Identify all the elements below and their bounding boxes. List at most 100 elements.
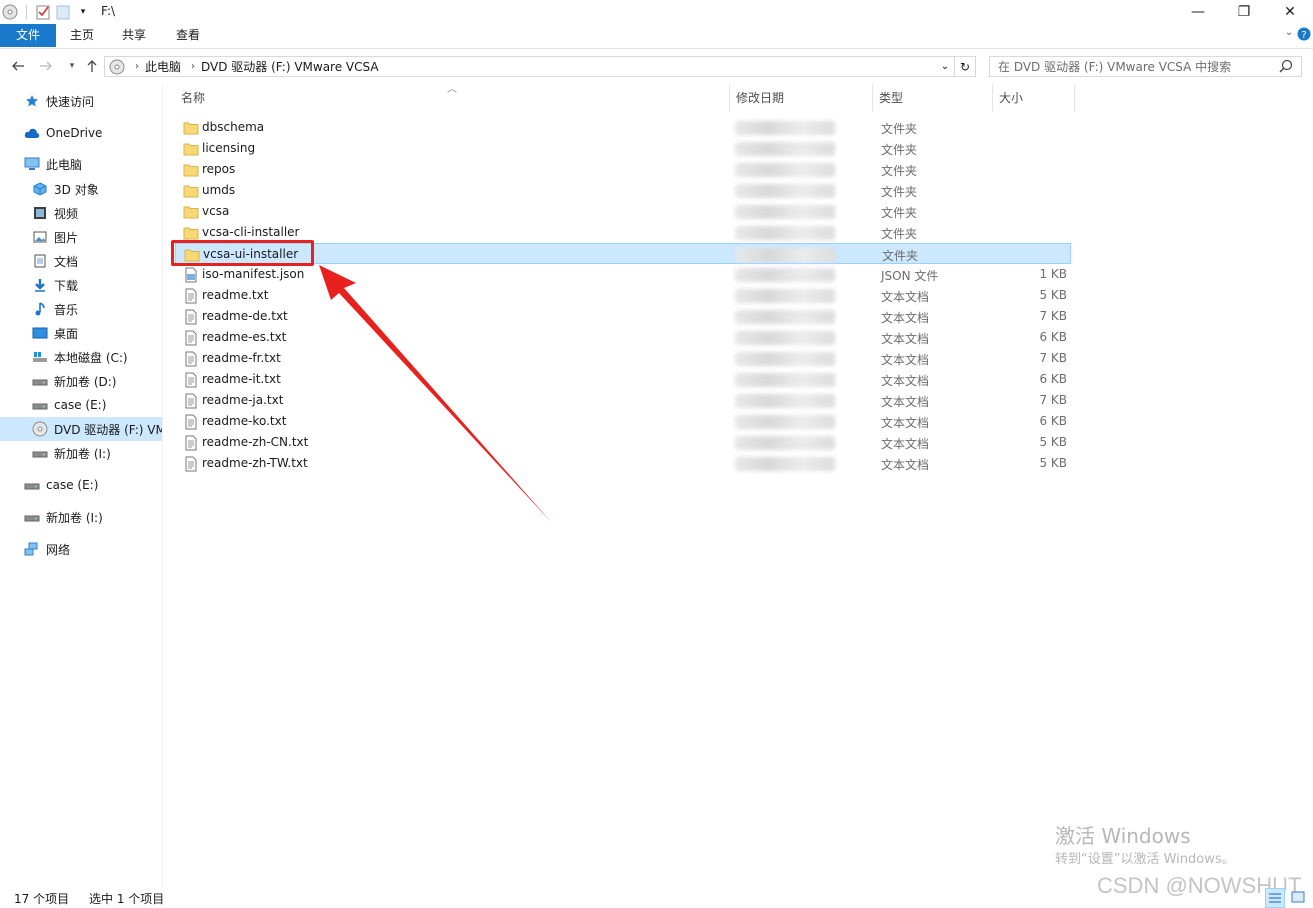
minimize-button[interactable]: —: [1175, 0, 1221, 24]
file-row[interactable]: readme-ja.txt 文本文档 7 KB: [175, 390, 1071, 411]
address-bar[interactable]: › 此电脑 › DVD 驱动器 (F:) VMware VCSA ⌄ ↻: [104, 56, 976, 77]
file-row[interactable]: iso-manifest.json JSON 文件 1 KB: [175, 264, 1071, 285]
address-dropdown-icon[interactable]: ⌄: [937, 57, 953, 76]
item-count: 17 个项目: [14, 892, 70, 906]
activate-windows-hint: 转到“设置”以激活 Windows。: [1055, 852, 1235, 867]
sidebar-item[interactable]: 此电脑: [0, 152, 162, 176]
blurred-date: [735, 310, 835, 324]
file-row[interactable]: repos 文件夹: [175, 159, 1071, 180]
file-row[interactable]: vcsa 文件夹: [175, 201, 1071, 222]
chevron-right-icon[interactable]: ›: [135, 61, 139, 72]
file-row[interactable]: readme-ko.txt 文本文档 6 KB: [175, 411, 1071, 432]
large-icons-view-icon[interactable]: [1289, 888, 1307, 906]
file-name: umds: [202, 183, 236, 197]
sidebar-item[interactable]: DVD 驱动器 (F:) VMware VCSA: [0, 417, 162, 441]
sidebar-item-label: 文档: [54, 254, 79, 269]
sidebar-item[interactable]: 3D 对象: [0, 177, 162, 201]
sidebar-item[interactable]: 音乐: [0, 297, 162, 321]
file-type: 文件夹: [881, 143, 918, 157]
navigation-pane: 快速访问 OneDrive 此电脑 3D 对象 视频 图片文档下载音乐桌面本地磁盘 (C:…: [0, 84, 163, 886]
breadcrumb-this-pc[interactable]: 此电脑: [145, 58, 181, 75]
tab-file[interactable]: 文件: [0, 24, 56, 47]
tab-home[interactable]: 主页: [58, 24, 106, 47]
sidebar-item-label: 音乐: [54, 302, 79, 317]
file-row[interactable]: licensing 文件夹: [175, 138, 1071, 159]
file-row[interactable]: readme-fr.txt 文本文档 7 KB: [175, 348, 1071, 369]
column-header-date[interactable]: 修改日期: [730, 84, 873, 112]
file-type: 文本文档: [881, 374, 930, 388]
text-file-icon: [183, 309, 199, 325]
sidebar-item[interactable]: 视频: [0, 201, 162, 225]
sidebar-item[interactable]: 新加卷 (I:): [0, 505, 162, 529]
ribbon-tabs: 文件 主页 共享 查看 ⌄ ?: [0, 24, 1313, 49]
drive-icon: [24, 509, 40, 525]
drive-icon: [32, 397, 48, 413]
file-row[interactable]: readme-it.txt 文本文档 6 KB: [175, 369, 1071, 390]
activate-windows-title: 激活 Windows: [1055, 824, 1191, 848]
sidebar-item[interactable]: 快速访问: [0, 89, 162, 113]
file-row[interactable]: dbschema 文件夹: [175, 117, 1071, 138]
up-arrow-icon[interactable]: [82, 56, 102, 76]
column-header-name[interactable]: 名称: [175, 84, 730, 112]
details-view-icon[interactable]: [1265, 888, 1285, 908]
file-row[interactable]: readme-de.txt 文本文档 7 KB: [175, 306, 1071, 327]
forward-arrow-icon[interactable]: [36, 56, 56, 76]
sidebar-item[interactable]: 新加卷 (D:): [0, 369, 162, 393]
maximize-button[interactable]: ❐: [1221, 0, 1267, 24]
file-type: 文件夹: [881, 122, 918, 136]
blurred-date: [735, 436, 835, 450]
sidebar-item[interactable]: case (E:): [0, 393, 162, 417]
chevron-right-icon[interactable]: ›: [191, 61, 195, 72]
blurred-date: [736, 248, 836, 262]
refresh-icon[interactable]: ↻: [954, 57, 975, 76]
close-button[interactable]: ✕: [1267, 0, 1313, 24]
sidebar-item-label: 此电脑: [46, 157, 83, 172]
highlight-annotation-box: [171, 240, 314, 266]
selection-count: 选中 1 个项目: [89, 892, 165, 906]
expand-ribbon-icon[interactable]: ⌄: [1285, 27, 1293, 44]
text-file-icon: [183, 456, 199, 472]
back-arrow-icon[interactable]: [8, 56, 28, 76]
document-icon: [32, 253, 48, 269]
new-folder-icon[interactable]: [55, 4, 71, 20]
sidebar-item[interactable]: 文档: [0, 249, 162, 273]
properties-icon[interactable]: [35, 4, 51, 20]
sidebar-item[interactable]: OneDrive: [0, 121, 162, 145]
cube-icon: [32, 181, 48, 197]
sidebar-item[interactable]: 网络: [0, 537, 162, 561]
file-row[interactable]: readme-zh-CN.txt 文本文档 5 KB: [175, 432, 1071, 453]
file-name: readme-es.txt: [202, 330, 287, 344]
tab-view[interactable]: 查看: [164, 24, 212, 47]
file-type: 文本文档: [881, 311, 930, 325]
breadcrumb-dvd-drive[interactable]: DVD 驱动器 (F:) VMware VCSA: [201, 58, 379, 75]
column-header-size[interactable]: 大小: [993, 84, 1075, 112]
file-row[interactable]: readme-zh-TW.txt 文本文档 5 KB: [175, 453, 1071, 474]
sidebar-item[interactable]: 下载: [0, 273, 162, 297]
dvd-drive-icon[interactable]: [2, 4, 18, 20]
search-box[interactable]: [989, 56, 1302, 77]
file-row[interactable]: umds 文件夹: [175, 180, 1071, 201]
sidebar-item[interactable]: 图片: [0, 225, 162, 249]
chevron-down-icon[interactable]: ▾: [75, 4, 91, 20]
sidebar-item[interactable]: 本地磁盘 (C:): [0, 345, 162, 369]
recent-locations-icon[interactable]: ▾: [62, 56, 82, 76]
file-type: 文本文档: [881, 353, 930, 367]
file-row[interactable]: readme-es.txt 文本文档 6 KB: [175, 327, 1071, 348]
sidebar-item[interactable]: 桌面: [0, 321, 162, 345]
file-size: 5 KB: [1039, 435, 1067, 449]
network-icon: [24, 541, 40, 557]
column-header-type[interactable]: 类型: [873, 84, 993, 112]
help-icon[interactable]: ?: [1297, 27, 1311, 44]
sidebar-item[interactable]: 新加卷 (I:): [0, 441, 162, 465]
sidebar-item-label: 本地磁盘 (C:): [54, 350, 128, 365]
file-row[interactable]: readme.txt 文本文档 5 KB: [175, 285, 1071, 306]
star-icon: [24, 93, 40, 109]
file-type: 文本文档: [881, 290, 930, 304]
sidebar-item[interactable]: case (E:): [0, 473, 162, 497]
tab-share[interactable]: 共享: [110, 24, 158, 47]
sidebar-item-label: 桌面: [54, 326, 79, 341]
text-file-icon: [183, 393, 199, 409]
search-input[interactable]: [996, 58, 1280, 75]
search-icon[interactable]: [1279, 59, 1293, 76]
file-name: readme-fr.txt: [202, 351, 281, 365]
